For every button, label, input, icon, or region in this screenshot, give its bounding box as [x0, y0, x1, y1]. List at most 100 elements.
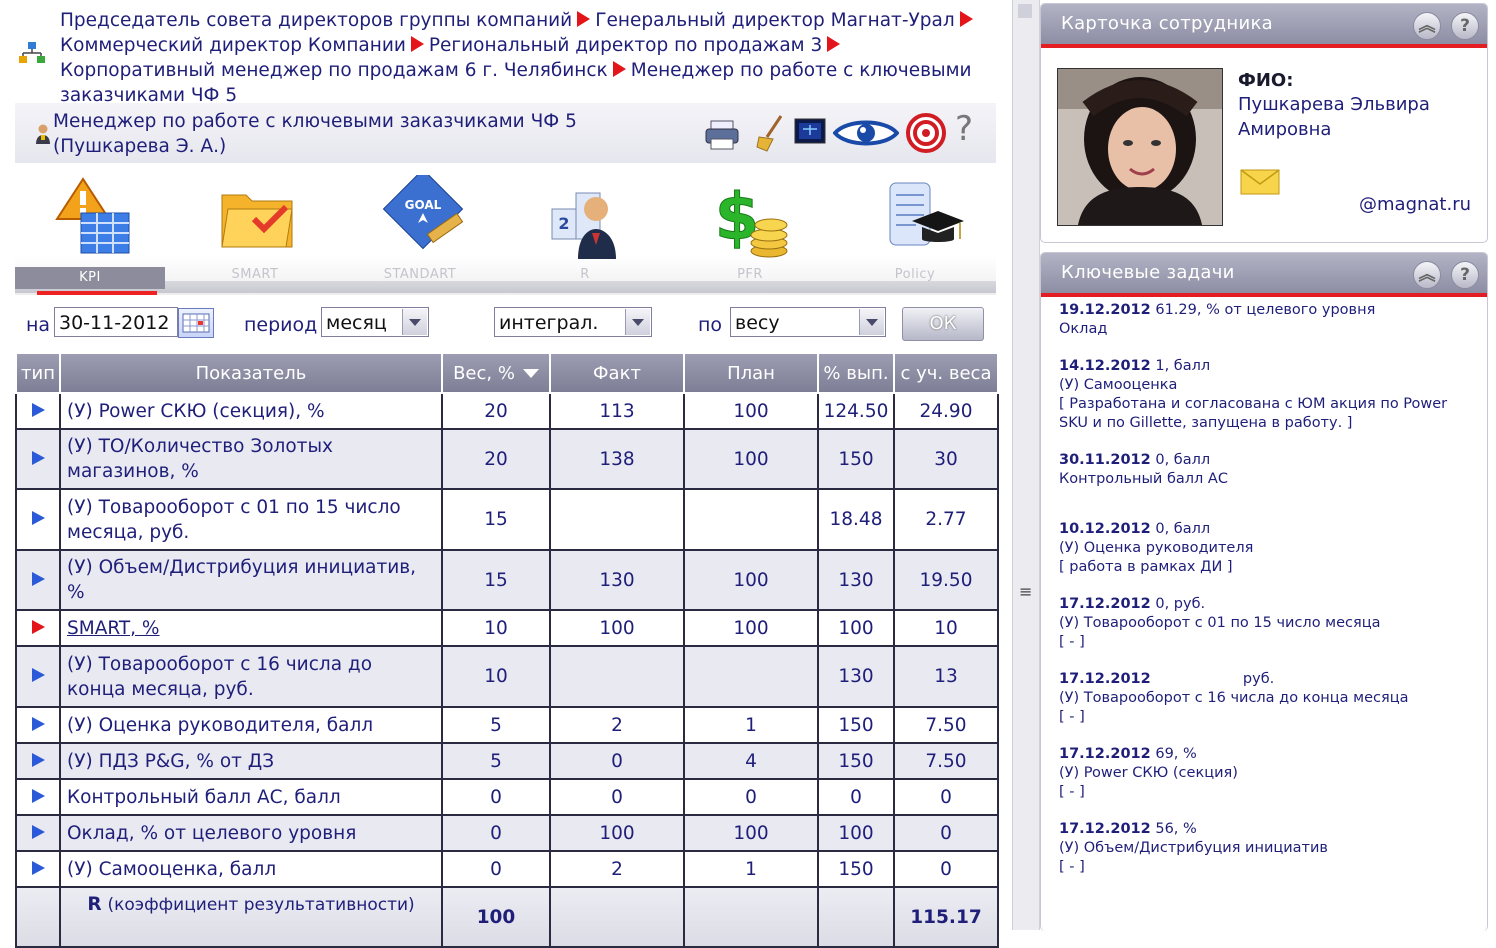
- expand-arrow-icon[interactable]: [31, 511, 45, 525]
- employee-email[interactable]: @magnat.ru: [1359, 194, 1471, 215]
- tab-kpi[interactable]: KPI: [15, 171, 165, 291]
- row-type-cell[interactable]: [15, 850, 61, 888]
- task-item[interactable]: 10.12.2012 0, балл (У) Оценка руководител…: [1059, 520, 1479, 577]
- collapse-up-icon[interactable]: ︽: [1413, 261, 1441, 289]
- indicator-name: (У) ПДЗ P&G, % от ДЗ: [67, 750, 275, 772]
- expand-arrow-icon[interactable]: [31, 788, 45, 803]
- expand-arrow-icon[interactable]: [31, 716, 45, 731]
- mode-value: интеграл.: [499, 312, 599, 334]
- col-type-header[interactable]: тип: [15, 354, 61, 394]
- row-type-cell[interactable]: [15, 645, 61, 708]
- expand-arrow-icon[interactable]: [31, 450, 45, 465]
- table-row[interactable]: (У) Товарооборот с 01 по 15 число месяца…: [15, 488, 999, 551]
- breadcrumb-item[interactable]: Региональный директор по продажам 3: [429, 35, 822, 56]
- collapse-up-icon[interactable]: ︽: [1413, 12, 1441, 40]
- row-type-cell[interactable]: [15, 778, 61, 816]
- col-plan-header[interactable]: План: [683, 354, 819, 394]
- employee-photo: [1057, 68, 1223, 226]
- col-weighted-header[interactable]: с уч. веса: [893, 354, 999, 394]
- breadcrumb-item[interactable]: Корпоративный менеджер по продажам 6 г. …: [60, 60, 608, 81]
- page-title: Менеджер по работе с ключевыми заказчика…: [53, 111, 577, 157]
- tab-r[interactable]: 2 R: [510, 171, 660, 291]
- target-icon[interactable]: [905, 113, 947, 153]
- indicator-cell: Контрольный балл АС, балл: [59, 778, 443, 816]
- task-item[interactable]: 17.12.2012 69, % (У) Power СКЮ (секция)[ …: [1059, 745, 1479, 802]
- filter-bar: на 30-11-2012 период месяц интеграл. по …: [15, 300, 996, 348]
- col-indicator-header[interactable]: Показатель: [59, 354, 443, 394]
- svg-text:GOAL: GOAL: [405, 198, 442, 212]
- ok-button[interactable]: ОК: [902, 307, 984, 341]
- date-value: 30-11-2012: [59, 312, 170, 334]
- key-tasks-panel: Ключевые задачи ︽ ? 19.12.2012 61.29, % …: [1040, 252, 1488, 931]
- mode-select[interactable]: интеграл.: [494, 307, 652, 337]
- expand-arrow-icon[interactable]: [31, 619, 45, 634]
- table-row[interactable]: (У) Самооценка, балл 0 2 1 150 0: [15, 850, 999, 888]
- task-item[interactable]: 17.12.2012 руб. (У) Товарооборот с 16 чис…: [1059, 670, 1479, 727]
- table-row[interactable]: (У) ТО/Количество Золотых магазинов, % 20…: [15, 428, 999, 490]
- sort-select[interactable]: весу: [730, 307, 886, 337]
- table-row[interactable]: (У) Объем/Дистрибуция инициатив, % 15 130 1…: [15, 549, 999, 611]
- expand-arrow-icon[interactable]: [31, 571, 45, 586]
- period-label: период: [244, 314, 318, 336]
- breadcrumb-item[interactable]: Председатель совета директоров группы ко…: [60, 10, 572, 31]
- table-row[interactable]: (У) Товарооборот с 16 числа до конца мес…: [15, 645, 999, 708]
- tab-standart[interactable]: GOAL STANDART: [345, 171, 495, 291]
- help-icon[interactable]: ?: [1451, 12, 1479, 40]
- grip-icon[interactable]: ≡: [1019, 582, 1032, 601]
- monitor-icon[interactable]: [793, 113, 827, 153]
- table-row[interactable]: SMART, % 10 100 100 100 10: [15, 609, 999, 647]
- separator-arrow-icon: [827, 36, 841, 52]
- collapse-button[interactable]: [1018, 4, 1032, 18]
- tab-smart[interactable]: SMART: [180, 171, 330, 291]
- tab-pfr[interactable]: $ PFR: [675, 171, 825, 291]
- print-icon[interactable]: [703, 113, 743, 153]
- row-type-cell[interactable]: [15, 549, 61, 611]
- expand-arrow-icon[interactable]: [31, 668, 45, 682]
- broom-icon[interactable]: [753, 113, 787, 153]
- help-icon[interactable]: ?: [955, 109, 973, 149]
- col-weight-header[interactable]: Вес, %: [441, 354, 551, 394]
- row-type-cell[interactable]: [15, 609, 61, 647]
- weight-cell: 20: [441, 428, 551, 490]
- panel-splitter[interactable]: ≡: [1012, 0, 1040, 930]
- fact-cell: 130: [549, 549, 685, 611]
- breadcrumb: Председатель совета директоров группы ко…: [18, 8, 1003, 106]
- row-type-cell[interactable]: [15, 742, 61, 780]
- mail-icon[interactable]: [1240, 169, 1280, 195]
- row-type-cell[interactable]: [15, 488, 61, 551]
- expand-arrow-icon[interactable]: [31, 824, 45, 839]
- expand-arrow-icon[interactable]: [31, 752, 45, 767]
- indicator-link[interactable]: SMART, %: [67, 618, 160, 639]
- col-fact-header[interactable]: Факт: [549, 354, 685, 394]
- table-row[interactable]: Оклад, % от целевого уровня 0 100 100 100 0: [15, 814, 999, 852]
- breadcrumb-item[interactable]: Коммерческий директор Компании: [60, 35, 406, 56]
- indicator-cell: SMART, %: [59, 609, 443, 647]
- row-type-cell[interactable]: [15, 814, 61, 852]
- col-pct-header[interactable]: % вып.: [817, 354, 895, 394]
- eye-icon[interactable]: [833, 113, 899, 153]
- task-item[interactable]: 19.12.2012 61.29, % от целевого уровня Ок…: [1059, 301, 1479, 339]
- tab-policy[interactable]: Policy: [840, 171, 990, 291]
- row-type-cell[interactable]: [15, 428, 61, 490]
- table-row[interactable]: (У) Power СКЮ (секция), % 20 113 100 124.50 2…: [15, 392, 999, 430]
- help-icon[interactable]: ?: [1451, 261, 1479, 289]
- calendar-icon[interactable]: [178, 308, 214, 338]
- date-field[interactable]: 30-11-2012: [54, 307, 178, 337]
- period-select[interactable]: месяц: [321, 307, 429, 337]
- task-item[interactable]: 30.11.2012 0, балл Контрольный балл АС: [1059, 451, 1479, 489]
- fact-cell: [549, 645, 685, 708]
- expand-arrow-icon[interactable]: [31, 402, 45, 417]
- breadcrumb-item[interactable]: Генеральный директор Магнат-Урал: [595, 10, 954, 31]
- fact-cell: [549, 488, 685, 551]
- table-row[interactable]: (У) Оценка руководителя, балл 5 2 1 150 7.50: [15, 706, 999, 744]
- row-type-cell[interactable]: [15, 706, 61, 744]
- table-row[interactable]: (У) ПДЗ P&G, % от ДЗ 5 0 4 150 7.50: [15, 742, 999, 780]
- total-row: R (коэффициент результативности) 100 115.1…: [15, 886, 999, 948]
- task-item[interactable]: 17.12.2012 0, руб. (У) Товарооборот с 01 …: [1059, 595, 1479, 652]
- table-row[interactable]: Контрольный балл АС, балл 0 0 0 0 0: [15, 778, 999, 816]
- row-type-cell[interactable]: [15, 392, 61, 430]
- task-item[interactable]: 14.12.2012 1, балл (У) Самооценка[ Разраб…: [1059, 357, 1479, 433]
- smart-folder-icon: [221, 194, 293, 248]
- expand-arrow-icon[interactable]: [31, 860, 45, 875]
- task-item[interactable]: 17.12.2012 56, % (У) Объем/Дистрибуция ин…: [1059, 820, 1479, 877]
